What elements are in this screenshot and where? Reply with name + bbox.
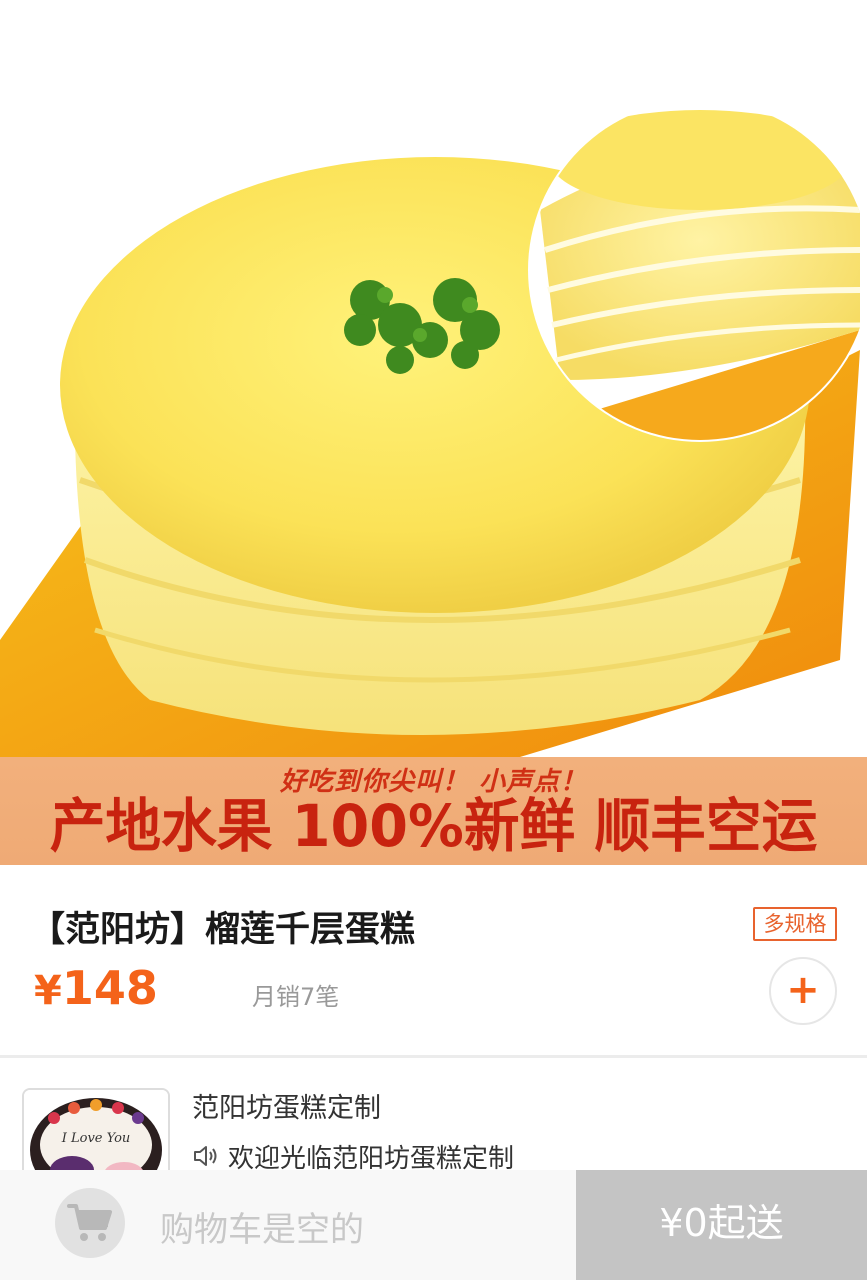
monthly-sales: 月销7笔 [252,983,340,1011]
price-currency: ¥ [34,968,62,1014]
banner-headline: 产地水果 100%新鲜 顺丰空运 [49,792,818,860]
checkout-button[interactable]: ¥0起送 [576,1170,867,1280]
product-title: 【范阳坊】榴莲千层蛋糕 [30,910,416,950]
add-to-cart-button[interactable]: + [769,957,837,1025]
shop-avatar[interactable]: I Love You [22,1088,170,1170]
price-value: 148 [61,961,158,1015]
avatar-caption: I Love You [61,1131,131,1146]
cart-bar: 购物车是空的 ¥0起送 [0,1170,867,1280]
product-price: ¥148 [34,961,158,1015]
notice-text: 欢迎光临范阳坊蛋糕定制 [228,1144,515,1170]
promo-banner: 好吃到你尖叫！ 小声点！ 产地水果 100%新鲜 顺丰空运 [0,757,867,865]
product-info: 【范阳坊】榴莲千层蛋糕 多规格 ¥148 月销7笔 [0,865,867,1055]
speaker-icon [192,1143,220,1170]
cart-empty-text: 购物车是空的 [160,1210,364,1250]
plus-icon: + [786,967,820,1013]
cart-summary[interactable]: 购物车是空的 [0,1170,576,1280]
multi-spec-badge[interactable]: 多规格 [753,907,837,941]
shop-name[interactable]: 范阳坊蛋糕定制 [192,1086,381,1125]
shopping-cart-icon[interactable] [55,1188,125,1258]
shop-section[interactable]: I Love You 范阳坊蛋糕定制 欢迎光临范阳坊蛋糕定制 [0,1058,867,1170]
product-image [0,0,867,757]
shop-notice: 欢迎光临范阳坊蛋糕定制 [192,1138,514,1170]
